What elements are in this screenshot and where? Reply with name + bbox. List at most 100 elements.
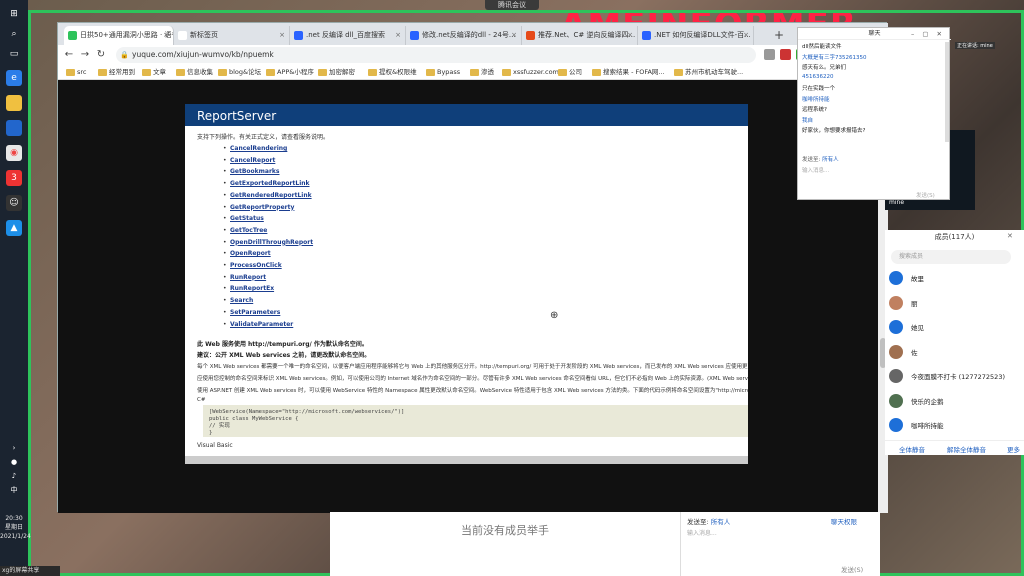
operation-link[interactable]: Search: [223, 297, 253, 304]
tab-close-icon[interactable]: ×: [395, 26, 401, 45]
app-icon[interactable]: 3: [6, 170, 22, 186]
bookmark-item[interactable]: 信息收集: [176, 67, 213, 78]
operation-link[interactable]: GetExportedReportLink: [223, 180, 309, 187]
operation-link[interactable]: GetRenderedReportLink: [223, 192, 312, 199]
member-item[interactable]: 佐: [889, 342, 1019, 362]
chat-permission-button[interactable]: 聊天权限: [831, 516, 857, 526]
browser-tab[interactable]: 新标签页 ×: [174, 26, 290, 45]
tab-close-icon[interactable]: ×: [627, 26, 633, 45]
chat-send-button[interactable]: 发送(S): [841, 564, 863, 574]
bookmark-label: 渗透: [481, 68, 494, 76]
tab-close-icon[interactable]: ×: [743, 26, 749, 45]
tab-close-icon[interactable]: ×: [163, 26, 169, 45]
chat-scrollbar[interactable]: [945, 42, 949, 142]
extension-icon[interactable]: [780, 49, 791, 60]
operation-link[interactable]: RunReportEx: [223, 285, 274, 292]
operation-link[interactable]: GetBookmarks: [223, 168, 279, 175]
folder-icon[interactable]: [6, 95, 22, 111]
member-item[interactable]: 今夜面膜不打卡 (1277272523): [889, 366, 1019, 386]
address-bar[interactable]: 🔒 yuque.com/xiujun-wumvo/kb/npuemk: [116, 47, 756, 63]
folder-icon: [98, 69, 107, 76]
chat-input[interactable]: 输入消息...: [687, 528, 717, 537]
meeting-app-icon[interactable]: ▲: [6, 220, 22, 236]
zoom-in-icon[interactable]: ⊕: [550, 310, 558, 321]
taskbar-clock[interactable]: 20:30 星期日 2021/1/24: [0, 514, 31, 541]
task-view-icon[interactable]: ▭: [6, 46, 22, 62]
member-item[interactable]: 她见: [889, 317, 1019, 337]
bookmark-item[interactable]: APP&小程序: [266, 67, 314, 78]
new-tab-button[interactable]: +: [770, 26, 788, 44]
forward-icon[interactable]: →: [78, 48, 92, 62]
member-item[interactable]: 故里: [889, 268, 1019, 288]
bookmark-item[interactable]: 苏州市机动车驾驶...: [674, 67, 743, 78]
chat-send-button[interactable]: 发送(S): [916, 191, 935, 199]
mute-all-button[interactable]: 全体静音: [899, 444, 925, 454]
close-icon[interactable]: ✕: [1007, 232, 1013, 240]
avatar: [889, 271, 903, 285]
bookmark-item[interactable]: 渗透: [470, 67, 494, 78]
qq-icon[interactable]: ☺: [6, 195, 22, 211]
operation-link[interactable]: RunReport: [223, 274, 266, 281]
extension-icon[interactable]: [764, 49, 775, 60]
operation-link[interactable]: OpenReport: [223, 250, 271, 257]
tab-favicon-icon: [294, 31, 303, 40]
ime-icon[interactable]: 中: [6, 482, 22, 498]
send-to-value[interactable]: 所有人: [822, 157, 839, 163]
tab-close-icon[interactable]: ×: [279, 26, 285, 45]
browser-tab[interactable]: 修改.net反编译的dll - 24号... ×: [406, 26, 522, 45]
clock-date: 2021/1/24: [0, 533, 31, 540]
bookmark-item[interactable]: 搜索结果 - FOFA网...: [592, 67, 665, 78]
start-icon[interactable]: ⊞: [6, 6, 22, 22]
window-controls[interactable]: – ▢ ✕: [911, 28, 945, 40]
browser-tab[interactable]: .NET 如何反编译DLL文件-百... ×: [638, 26, 754, 45]
code-line: // 实现: [209, 423, 230, 429]
operation-link[interactable]: GetReportProperty: [223, 204, 294, 211]
unmute-all-button[interactable]: 解除全体静音: [947, 444, 986, 454]
chat-input[interactable]: 输入消息...: [802, 166, 947, 188]
bookmark-label: blog&论坛: [229, 68, 262, 76]
bookmark-item[interactable]: 文章: [142, 67, 166, 78]
operation-link[interactable]: ProcessOnClick: [223, 262, 282, 269]
more-button[interactable]: 更多: [1007, 444, 1020, 454]
folder-icon: [470, 69, 479, 76]
chrome-icon[interactable]: ◉: [6, 145, 22, 161]
member-search-input[interactable]: 搜索成员: [891, 250, 1011, 264]
bookmark-item[interactable]: src: [66, 67, 87, 78]
operation-link[interactable]: GetStatus: [223, 215, 264, 222]
member-name: 快乐的企鹅: [911, 397, 944, 406]
bookmark-item[interactable]: 经常用到: [98, 67, 135, 78]
operation-link[interactable]: SetParameters: [223, 309, 280, 316]
chat-send-to[interactable]: 发送至: 所有人: [802, 155, 839, 163]
edge-icon[interactable]: e: [6, 70, 22, 86]
browser-tab[interactable]: 推荐.Net、C# 逆向反编译四... ×: [522, 26, 638, 45]
video-name: mine: [889, 199, 905, 206]
member-item[interactable]: 丽: [889, 293, 1019, 313]
tab-close-icon[interactable]: ×: [511, 26, 517, 45]
search-icon[interactable]: ⌕: [6, 26, 22, 42]
bookmark-item[interactable]: 公司: [558, 67, 582, 78]
computer-icon[interactable]: [6, 120, 22, 136]
operation-link[interactable]: GetTocTree: [223, 227, 267, 234]
send-to-value[interactable]: 所有人: [711, 518, 731, 526]
tab-label: 新标签页: [190, 31, 218, 39]
browser-tab[interactable]: .net 反编译 dll_百度搜索 ×: [290, 26, 406, 45]
meeting-indicator[interactable]: 腾讯会议: [485, 0, 539, 10]
bookmark-item[interactable]: Bypass: [426, 67, 460, 78]
member-item[interactable]: 咖啡所持能: [889, 415, 1019, 435]
operation-link[interactable]: OpenDrillThroughReport: [223, 239, 313, 246]
member-item[interactable]: 快乐的企鹅: [889, 391, 1019, 411]
bookmark-item[interactable]: 加密解密: [318, 67, 355, 78]
bookmark-item[interactable]: blog&论坛: [218, 67, 261, 78]
operation-link[interactable]: ValidateParameter: [223, 321, 293, 328]
browser-tab[interactable]: 日拱50+通用漏洞小思路 · 语雀 ×: [64, 26, 174, 45]
operation-link[interactable]: CancelReport: [223, 157, 275, 164]
bookmark-label: APP&小程序: [277, 68, 314, 76]
bookmark-item[interactable]: 提权&权限维: [368, 67, 417, 78]
bookmark-item[interactable]: xssfuzzer.com: [502, 67, 559, 78]
reload-icon[interactable]: ↻: [94, 48, 108, 62]
operation-link[interactable]: CancelRendering: [223, 145, 287, 152]
back-icon[interactable]: ←: [62, 48, 76, 62]
code-line: public class MyWebService {: [209, 416, 299, 422]
folder-icon: [592, 69, 601, 76]
chat-send-to[interactable]: 发送至: 所有人: [687, 516, 730, 526]
